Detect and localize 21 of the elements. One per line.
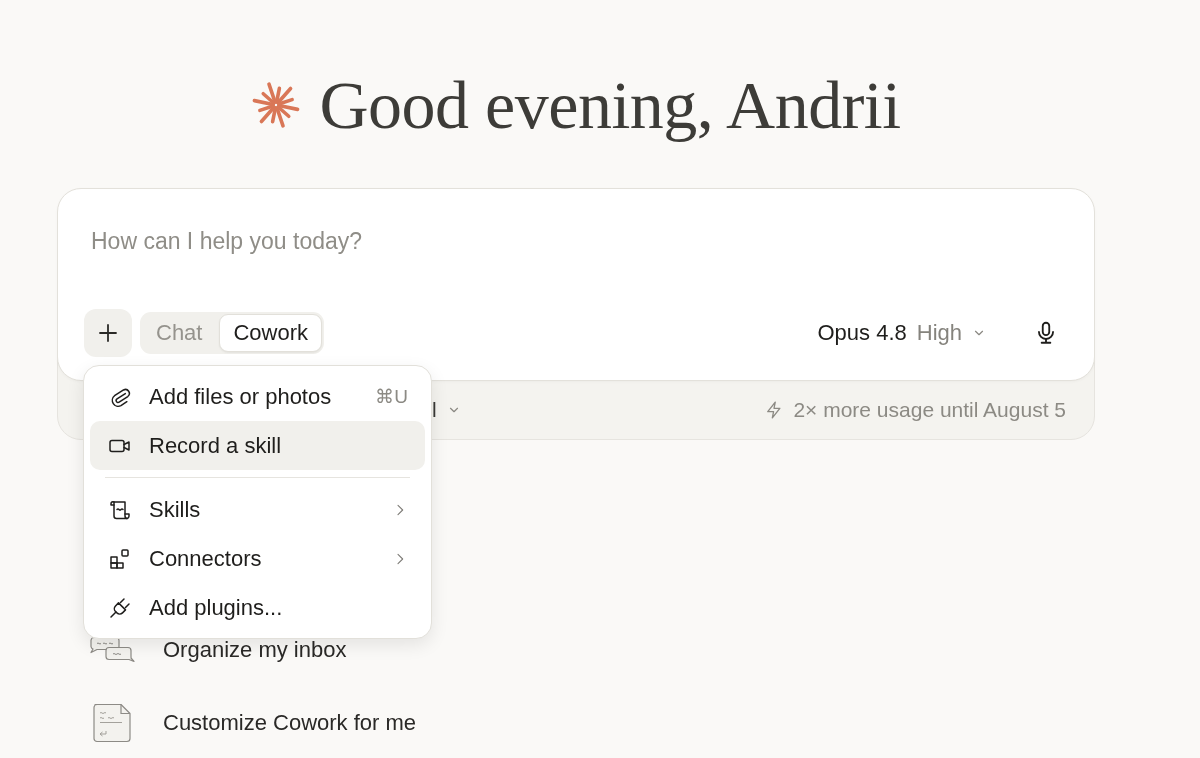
speech-bubbles-icon <box>89 636 135 663</box>
document-icon <box>92 703 132 743</box>
usage-notice: 2× more usage until August 5 <box>793 397 1066 422</box>
greeting-heading: Good evening, Andrii <box>319 66 901 144</box>
dropdown-button[interactable]: l <box>432 397 461 422</box>
sparkle-icon <box>251 80 302 130</box>
menu-item[interactable]: Record a skill <box>90 421 425 470</box>
mode-tab[interactable]: Cowork <box>219 314 323 352</box>
menu-item[interactable]: Connectors <box>90 534 425 583</box>
suggestion-item[interactable]: Customize Cowork for me <box>88 703 417 743</box>
menu-item[interactable]: Add plugins... <box>90 583 425 632</box>
blocks-icon <box>108 546 132 571</box>
plug-icon <box>108 595 132 620</box>
shortcut-hint: ⌘U <box>375 385 408 408</box>
add-button[interactable] <box>84 309 132 357</box>
suggestion-item[interactable]: Organize my inbox <box>88 636 347 663</box>
plus-icon <box>96 321 120 345</box>
model-selector[interactable]: Opus 4.8 High <box>813 314 990 352</box>
message-field[interactable]: How can I help you today? <box>84 225 1066 257</box>
menu-item[interactable]: Skills <box>90 485 425 534</box>
menu-item[interactable]: Add files or photos ⌘U <box>90 372 425 421</box>
